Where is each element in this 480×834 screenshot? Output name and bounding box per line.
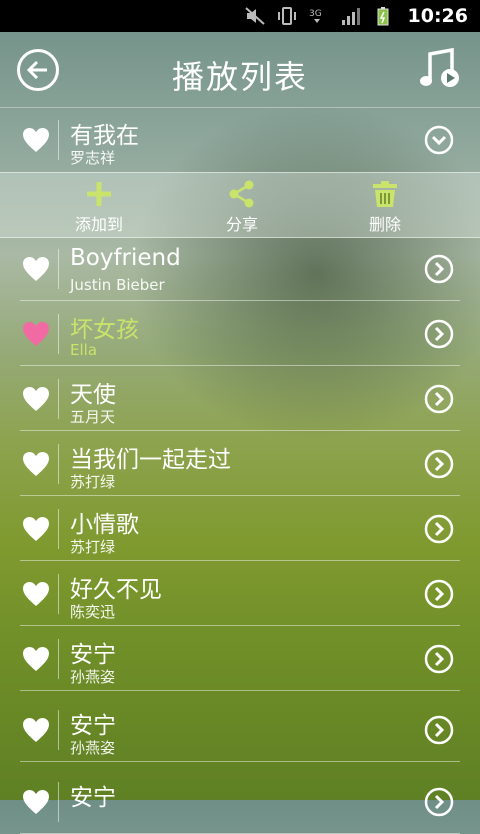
chevron-right-icon[interactable] — [424, 384, 454, 414]
divider — [58, 379, 59, 419]
song-artist: 孙燕姿 — [70, 739, 116, 757]
song-artist: 孙燕姿 — [70, 668, 116, 686]
now-playing-button[interactable] — [416, 46, 464, 94]
favorite-heart-icon[interactable] — [22, 789, 50, 815]
row-separator — [20, 560, 460, 561]
divider — [58, 639, 59, 679]
divider — [58, 120, 59, 160]
row-separator — [20, 430, 460, 431]
favorite-heart-icon[interactable] — [22, 646, 50, 672]
chevron-right-icon[interactable] — [424, 319, 454, 349]
song-artist: 苏打绿 — [70, 473, 116, 491]
row-separator — [20, 300, 460, 301]
song-action-bar: 添加到 分享 删除 — [0, 172, 480, 238]
divider — [58, 710, 59, 750]
song-title: Boyfriend — [70, 245, 181, 271]
favorite-heart-icon[interactable] — [22, 127, 50, 153]
divider — [58, 509, 59, 549]
song-artist: Justin Bieber — [70, 276, 165, 294]
status-bar: 3G 10:26 — [0, 0, 480, 32]
chevron-right-icon[interactable] — [424, 579, 454, 609]
music-note-icon — [420, 47, 459, 87]
song-row[interactable]: 坏女孩 Ella — [0, 302, 480, 366]
song-artist: 五月天 — [70, 408, 116, 426]
battery-icon — [372, 6, 394, 26]
song-title: 小情歌 — [70, 512, 139, 538]
collapse-chevron-icon[interactable] — [424, 125, 454, 155]
song-title: 天使 — [70, 382, 116, 408]
song-row[interactable]: 安宁 — [0, 770, 480, 834]
favorite-heart-icon[interactable] — [22, 256, 50, 282]
song-artist: 陈奕迅 — [70, 603, 116, 621]
song-artist: Ella — [70, 341, 98, 359]
song-row[interactable]: Boyfriend Justin Bieber — [0, 237, 480, 301]
chevron-right-icon[interactable] — [424, 787, 454, 817]
page-title: 播放列表 — [171, 58, 308, 96]
add-to-label: 添加到 — [74, 215, 123, 234]
share-icon — [197, 179, 287, 209]
clock: 10:26 — [407, 5, 468, 27]
song-row[interactable]: 安宁 孙燕姿 — [0, 627, 480, 691]
song-title: 好久不见 — [70, 577, 162, 603]
favorite-heart-icon[interactable] — [22, 581, 50, 607]
divider — [58, 782, 59, 822]
song-title: 安宁 — [70, 785, 116, 811]
favorite-heart-icon[interactable] — [22, 451, 50, 477]
song-row[interactable]: 天使 五月天 — [0, 367, 480, 431]
song-row[interactable]: 有我在 罗志祥 — [0, 108, 480, 172]
mute-icon — [244, 6, 266, 26]
song-row[interactable]: 当我们一起走过 苏打绿 — [0, 432, 480, 496]
favorite-heart-icon[interactable] — [22, 386, 50, 412]
chevron-right-icon[interactable] — [424, 449, 454, 479]
song-title: 安宁 — [70, 713, 116, 739]
divider — [58, 574, 59, 614]
chevron-right-icon[interactable] — [424, 715, 454, 745]
song-title: 有我在 — [70, 123, 139, 149]
song-title: 坏女孩 — [70, 317, 139, 343]
share-button[interactable]: 分享 — [197, 179, 287, 235]
song-artist: 苏打绿 — [70, 538, 116, 556]
favorite-heart-icon[interactable] — [22, 321, 50, 347]
divider — [58, 314, 59, 354]
trash-icon — [340, 179, 430, 209]
song-title: 安宁 — [70, 642, 116, 668]
favorite-heart-icon[interactable] — [22, 717, 50, 743]
divider — [58, 444, 59, 484]
network-3g-icon: 3G — [308, 6, 330, 26]
row-separator — [20, 495, 460, 496]
signal-icon — [340, 6, 362, 26]
song-row[interactable]: 安宁 孙燕姿 — [0, 698, 480, 762]
vibrate-icon — [276, 6, 298, 26]
song-row[interactable]: 好久不见 陈奕迅 — [0, 562, 480, 626]
delete-label: 删除 — [368, 215, 401, 234]
song-artist: 罗志祥 — [70, 149, 116, 167]
row-separator — [20, 365, 460, 366]
chevron-right-icon[interactable] — [424, 514, 454, 544]
row-separator — [20, 690, 460, 691]
plus-icon — [54, 179, 144, 209]
share-label: 分享 — [225, 215, 258, 234]
chevron-right-icon[interactable] — [424, 644, 454, 674]
header: 播放列表 — [0, 32, 480, 108]
row-separator — [20, 761, 460, 762]
row-separator — [20, 625, 460, 626]
favorite-heart-icon[interactable] — [22, 516, 50, 542]
svg-text:3G: 3G — [309, 9, 322, 19]
song-title: 当我们一起走过 — [70, 447, 231, 473]
delete-button[interactable]: 删除 — [340, 179, 430, 235]
song-row[interactable]: 小情歌 苏打绿 — [0, 497, 480, 561]
chevron-right-icon[interactable] — [424, 254, 454, 284]
add-to-button[interactable]: 添加到 — [54, 179, 144, 235]
divider — [58, 249, 59, 289]
